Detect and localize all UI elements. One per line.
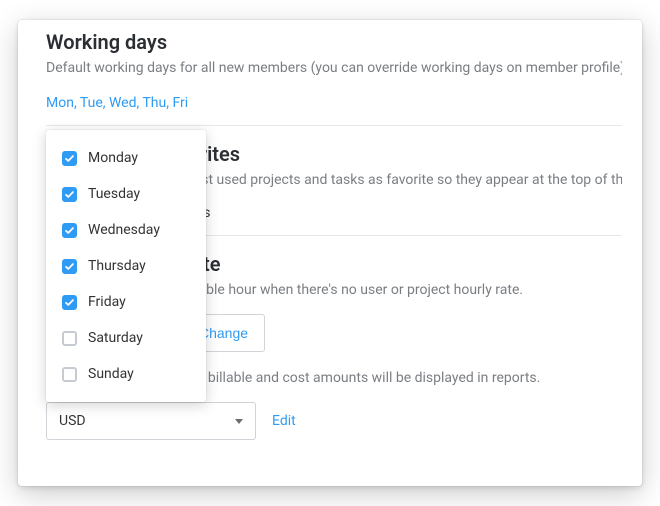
currency-subtitle-visible: the billable and cost amounts will be di… (185, 370, 541, 386)
billable-rate-subtitle-visible: billable hour when there's no user or pr… (180, 282, 523, 298)
favorites-subtitle-visible: most used projects and tasks as favorite… (181, 172, 622, 188)
day-label: Wednesday (88, 222, 160, 238)
checkbox-icon (62, 223, 77, 238)
day-label: Saturday (88, 330, 143, 346)
checkbox-icon (62, 259, 77, 274)
day-label: Sunday (88, 366, 134, 382)
working-days-selected-link[interactable]: Mon, Tue, Wed, Thu, Fri (46, 95, 188, 111)
checkbox-icon (62, 187, 77, 202)
day-option-sunday[interactable]: Sunday (46, 356, 206, 392)
day-label: Tuesday (88, 186, 140, 202)
working-days-title: Working days (46, 30, 622, 54)
checkbox-icon (62, 367, 77, 382)
chevron-down-icon (235, 419, 243, 424)
day-label: Friday (88, 294, 126, 310)
section-working-days: Working days Default working days for al… (46, 30, 622, 125)
day-option-thursday[interactable]: Thursday (46, 248, 206, 284)
working-days-subtitle: Default working days for all new members… (46, 58, 622, 78)
day-option-saturday[interactable]: Saturday (46, 320, 206, 356)
day-label: Monday (88, 150, 138, 166)
currency-edit-link[interactable]: Edit (272, 413, 296, 429)
currency-select[interactable]: USD (46, 402, 256, 440)
day-option-friday[interactable]: Friday (46, 284, 206, 320)
checkbox-icon (62, 151, 77, 166)
day-option-wednesday[interactable]: Wednesday (46, 212, 206, 248)
day-label: Thursday (88, 258, 146, 274)
day-option-tuesday[interactable]: Tuesday (46, 176, 206, 212)
day-option-monday[interactable]: Monday (46, 140, 206, 176)
checkbox-icon (62, 331, 77, 346)
currency-selected-value: USD (59, 413, 86, 429)
working-days-dropdown[interactable]: Monday Tuesday Wednesday Thursday Friday… (46, 130, 206, 402)
checkbox-icon (62, 295, 77, 310)
